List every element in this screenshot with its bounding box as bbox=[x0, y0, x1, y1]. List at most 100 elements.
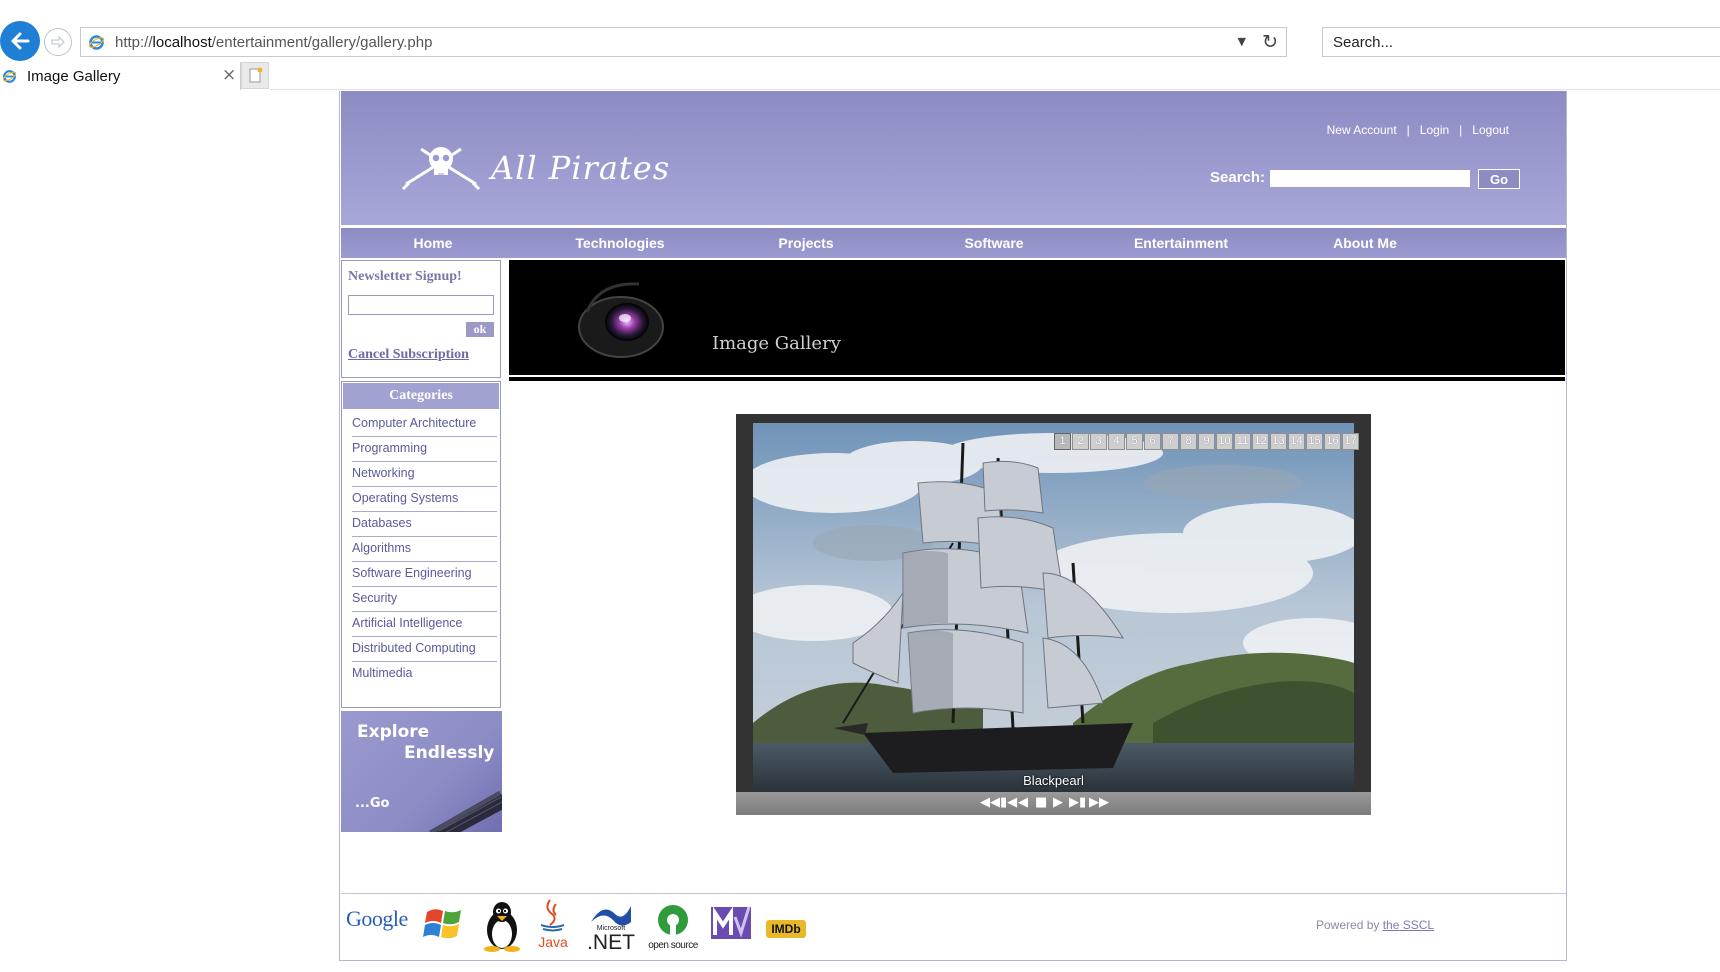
account-links: New Account | Login | Logout bbox=[1327, 123, 1509, 137]
tab-title: Image Gallery bbox=[27, 68, 121, 85]
nav-technologies[interactable]: Technologies bbox=[575, 228, 664, 258]
address-bar[interactable]: http://localhost/entertainment/gallery/g… bbox=[80, 27, 1287, 57]
google-logo-text: Google bbox=[346, 906, 408, 931]
site-search-input[interactable] bbox=[1270, 170, 1470, 187]
gallery-banner: Image Gallery bbox=[509, 260, 1565, 377]
stop-icon[interactable]: ■ bbox=[1035, 796, 1047, 810]
new-tab-icon bbox=[249, 67, 263, 83]
step-forward-icon[interactable]: ▶▮ bbox=[1069, 796, 1086, 810]
ship-photo bbox=[753, 423, 1354, 792]
thumbnail-button[interactable]: 5 bbox=[1126, 433, 1143, 450]
thumbnail-button[interactable]: 1 bbox=[1054, 433, 1071, 450]
category-item[interactable]: Multimedia bbox=[352, 660, 497, 687]
browser-search-input[interactable]: Search... bbox=[1322, 27, 1720, 57]
refresh-icon[interactable]: ↻ bbox=[1262, 31, 1278, 53]
thumbnail-button[interactable]: 12 bbox=[1252, 433, 1269, 450]
site-search-go-button[interactable]: Go bbox=[1478, 169, 1520, 189]
thumbnail-button[interactable]: 4 bbox=[1108, 433, 1125, 450]
imdb-logo[interactable]: IMDb bbox=[766, 920, 806, 938]
chevron-down-icon[interactable]: ▼ bbox=[1238, 35, 1246, 48]
net-big-text: .NET bbox=[587, 931, 635, 952]
cancel-subscription-link[interactable]: Cancel Subscription bbox=[348, 347, 469, 363]
java-logo-text: Java bbox=[538, 934, 568, 950]
step-back-icon[interactable]: ▮◀ bbox=[1000, 796, 1017, 810]
categories-box: Categories Computer Architecture Program… bbox=[341, 381, 501, 708]
thumbnail-button[interactable]: 15 bbox=[1306, 433, 1323, 450]
play-icon[interactable]: ▶ bbox=[1053, 796, 1063, 810]
windows-logo[interactable] bbox=[423, 904, 467, 944]
tab-image-gallery[interactable]: Image Gallery × bbox=[0, 62, 241, 90]
nav-projects[interactable]: Projects bbox=[778, 228, 833, 258]
arrow-right-icon bbox=[51, 35, 65, 49]
microsoft-net-logo[interactable]: Microsoft .NET bbox=[585, 900, 637, 952]
tab-strip-divider bbox=[270, 89, 1720, 90]
banner-underline bbox=[509, 377, 1565, 381]
web-page: All Pirates New Account | Login | Logout Sea… bbox=[339, 91, 1567, 961]
thumbnail-button[interactable]: 11 bbox=[1234, 433, 1251, 450]
open-source-logo[interactable]: open source bbox=[644, 902, 702, 952]
thumbnail-button[interactable]: 3 bbox=[1090, 433, 1107, 450]
link-separator: | bbox=[1459, 123, 1463, 137]
slideshow-image[interactable] bbox=[753, 423, 1354, 792]
category-item[interactable]: Databases bbox=[352, 510, 497, 537]
category-item[interactable]: Computer Architecture bbox=[352, 410, 497, 437]
slideshow-caption: Blackpearl bbox=[1023, 773, 1084, 788]
nav-entertainment[interactable]: Entertainment bbox=[1134, 228, 1228, 258]
logout-link[interactable]: Logout bbox=[1472, 123, 1509, 137]
java-logo[interactable]: Java bbox=[536, 898, 570, 950]
thumbnail-button[interactable]: 16 bbox=[1324, 433, 1341, 450]
previous-icon[interactable]: ◀ bbox=[1018, 796, 1028, 810]
main-nav: Home Technologies Projects Software Ente… bbox=[341, 228, 1566, 258]
thumbnail-button[interactable]: 6 bbox=[1144, 433, 1161, 450]
thumbnail-button[interactable]: 17 bbox=[1342, 433, 1359, 450]
linux-tux-logo[interactable] bbox=[480, 900, 524, 952]
category-item[interactable]: Operating Systems bbox=[352, 485, 497, 512]
opensource-logo-text: open source bbox=[648, 940, 698, 951]
explore-endlessly-banner[interactable]: Explore Endlessly ...Go bbox=[341, 711, 502, 832]
powered-by-label: Powered by bbox=[1316, 918, 1380, 932]
footer-divider bbox=[341, 893, 1566, 894]
explore-text: Explore bbox=[357, 722, 430, 742]
category-item[interactable]: Programming bbox=[352, 435, 497, 462]
category-item[interactable]: Software Engineering bbox=[352, 560, 497, 587]
newsletter-title: Newsletter Signup! bbox=[348, 269, 462, 284]
nav-software[interactable]: Software bbox=[964, 228, 1023, 258]
newsletter-ok-button[interactable]: ok bbox=[466, 322, 494, 337]
back-button[interactable] bbox=[0, 21, 40, 61]
sscl-link[interactable]: the SSCL bbox=[1383, 918, 1434, 932]
close-icon[interactable]: × bbox=[222, 65, 236, 85]
newsletter-email-input[interactable] bbox=[348, 295, 494, 315]
first-slide-icon[interactable]: ◀◀ bbox=[980, 796, 1000, 810]
category-item[interactable]: Artificial Intelligence bbox=[352, 610, 497, 637]
powered-by-text: Powered by the SSCL bbox=[1316, 918, 1434, 932]
mtv-logo[interactable] bbox=[709, 903, 755, 943]
category-item[interactable]: Security bbox=[352, 585, 497, 612]
site-search-label: Search: bbox=[1210, 169, 1266, 186]
google-logo[interactable]: Google bbox=[346, 906, 408, 932]
categories-title: Categories bbox=[343, 383, 499, 409]
new-tab-button[interactable] bbox=[241, 62, 269, 89]
thumbnail-button[interactable]: 14 bbox=[1288, 433, 1305, 450]
thumbnail-button[interactable]: 8 bbox=[1180, 433, 1197, 450]
thumbnail-button[interactable]: 13 bbox=[1270, 433, 1287, 450]
thumbnail-button[interactable]: 9 bbox=[1198, 433, 1215, 450]
explore-go-link[interactable]: ...Go bbox=[355, 796, 389, 811]
nav-about-me[interactable]: About Me bbox=[1333, 228, 1397, 258]
thumbnail-button[interactable]: 7 bbox=[1162, 433, 1179, 450]
nav-home[interactable]: Home bbox=[414, 228, 453, 258]
forward-button[interactable] bbox=[44, 28, 72, 56]
site-logo-text[interactable]: All Pirates bbox=[491, 149, 670, 187]
thumbnail-strip: 1 2 3 4 5 6 7 8 9 10 11 12 13 14 15 16 1… bbox=[1054, 433, 1359, 450]
category-item[interactable]: Distributed Computing bbox=[352, 635, 497, 662]
site-header: All Pirates New Account | Login | Logout Sea… bbox=[341, 91, 1566, 225]
thumbnail-button[interactable]: 2 bbox=[1072, 433, 1089, 450]
skull-crossbones-logo[interactable] bbox=[401, 139, 481, 193]
gallery-banner-title: Image Gallery bbox=[712, 333, 841, 354]
category-item[interactable]: Networking bbox=[352, 460, 497, 487]
category-item[interactable]: Algorithms bbox=[352, 535, 497, 562]
new-account-link[interactable]: New Account bbox=[1327, 123, 1397, 137]
login-link[interactable]: Login bbox=[1420, 123, 1449, 137]
last-slide-icon[interactable]: ▶▶ bbox=[1089, 796, 1109, 810]
thumbnail-button[interactable]: 10 bbox=[1216, 433, 1233, 450]
camera-lens-image bbox=[578, 282, 664, 358]
